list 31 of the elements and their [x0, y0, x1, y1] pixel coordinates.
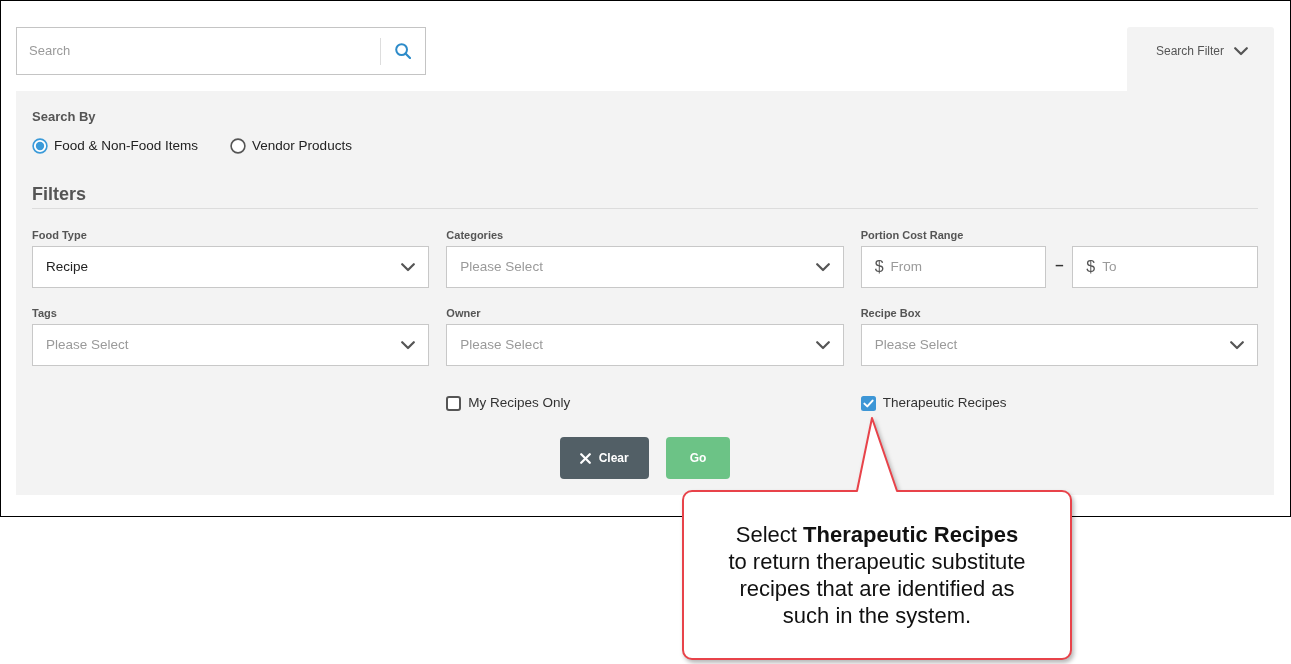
section-heading: Filters [32, 183, 1258, 209]
checkbox-label[interactable]: My Recipes Only [468, 395, 571, 411]
callout-text: Select Therapeutic Recipes to return therapeutic substitute recipes that are identified as such in the system. [728, 521, 1026, 629]
chevron-down-icon [401, 262, 416, 272]
range-separator: – [1054, 254, 1065, 275]
radio-label[interactable]: Vendor Products [252, 137, 352, 155]
checkbox[interactable] [860, 395, 876, 411]
price-input-field[interactable]: $ From [860, 246, 1047, 288]
chevron-down-icon [1234, 47, 1249, 56]
dropdown-field[interactable]: Recipe [32, 246, 430, 288]
field-label: Categories [446, 228, 505, 242]
radio-button[interactable] [32, 138, 48, 154]
field-label: Tags [32, 306, 58, 320]
section-label: Search By [32, 108, 97, 126]
chevron-down-icon [815, 262, 830, 272]
price-input-field[interactable]: $ To [1072, 246, 1258, 288]
field-label: Owner [446, 306, 482, 320]
field-label: Portion Cost Range [860, 228, 965, 242]
chevron-down-icon [815, 340, 830, 350]
field-label: Recipe Box [860, 306, 922, 320]
chevron-down-icon [1230, 340, 1244, 350]
radio-label[interactable]: Food & Non-Food Items [54, 137, 199, 155]
clear-button[interactable]: Clear [559, 437, 649, 479]
checkbox-label[interactable]: Therapeutic Recipes [882, 395, 1007, 411]
cross-icon [579, 452, 591, 464]
checkbox[interactable] [446, 395, 462, 411]
search-icon[interactable] [395, 43, 411, 59]
field-label: Food Type [32, 228, 88, 242]
radio-button[interactable] [230, 138, 247, 154]
search-filter-toggle[interactable]: Search Filter [1127, 27, 1274, 91]
chevron-down-icon [401, 340, 416, 350]
